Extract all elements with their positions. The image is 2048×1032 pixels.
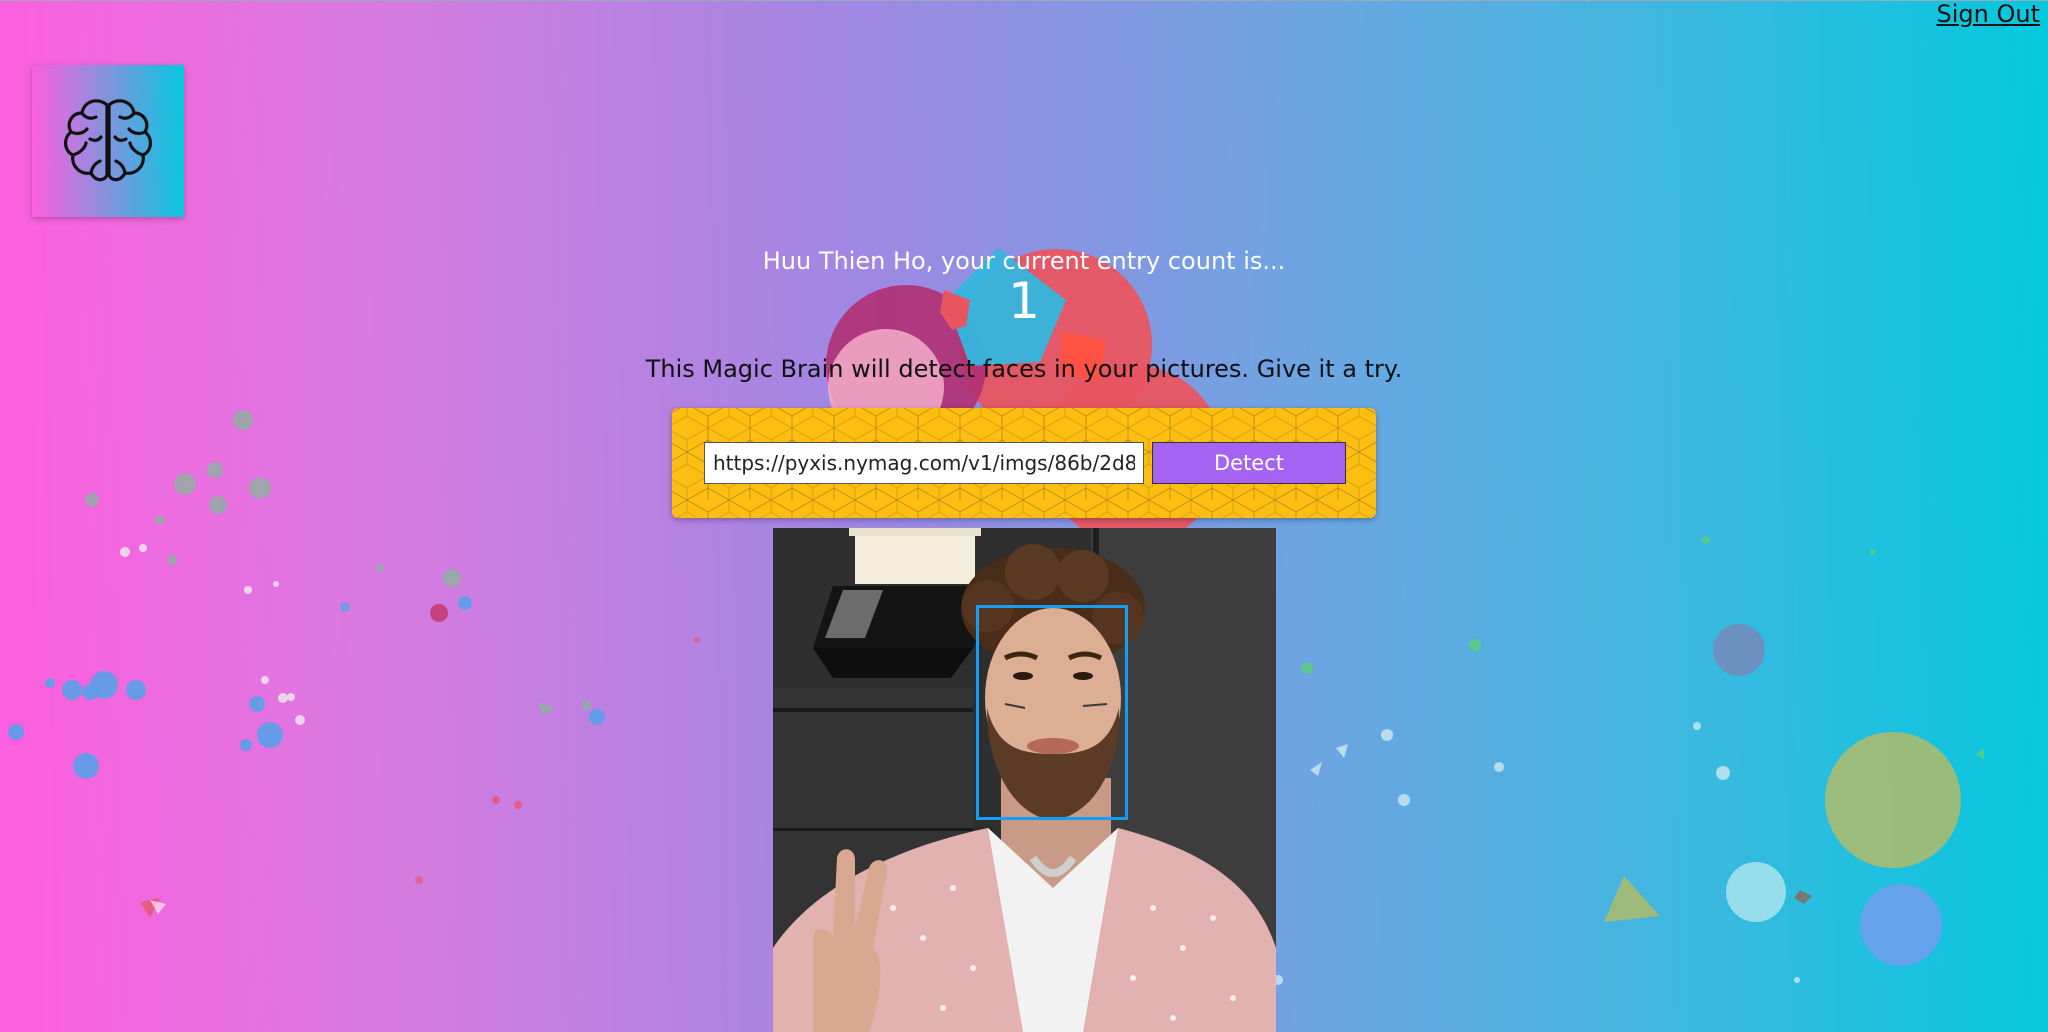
detect-button[interactable]: Detect <box>1152 442 1346 484</box>
logo-card[interactable] <box>32 65 184 217</box>
intro-text: This Magic Brain will detect faces in yo… <box>645 355 1403 383</box>
input-image <box>773 528 1276 1032</box>
entry-count-value: 1 <box>1008 272 1040 330</box>
image-link-form: Detect <box>672 408 1376 518</box>
face-bounding-box <box>976 605 1128 820</box>
brain-icon <box>60 91 156 191</box>
image-url-input[interactable] <box>704 442 1144 484</box>
entry-count-message: Huu Thien Ho, your current entry count i… <box>762 247 1286 275</box>
sign-out-link[interactable]: Sign Out <box>1937 0 2041 28</box>
